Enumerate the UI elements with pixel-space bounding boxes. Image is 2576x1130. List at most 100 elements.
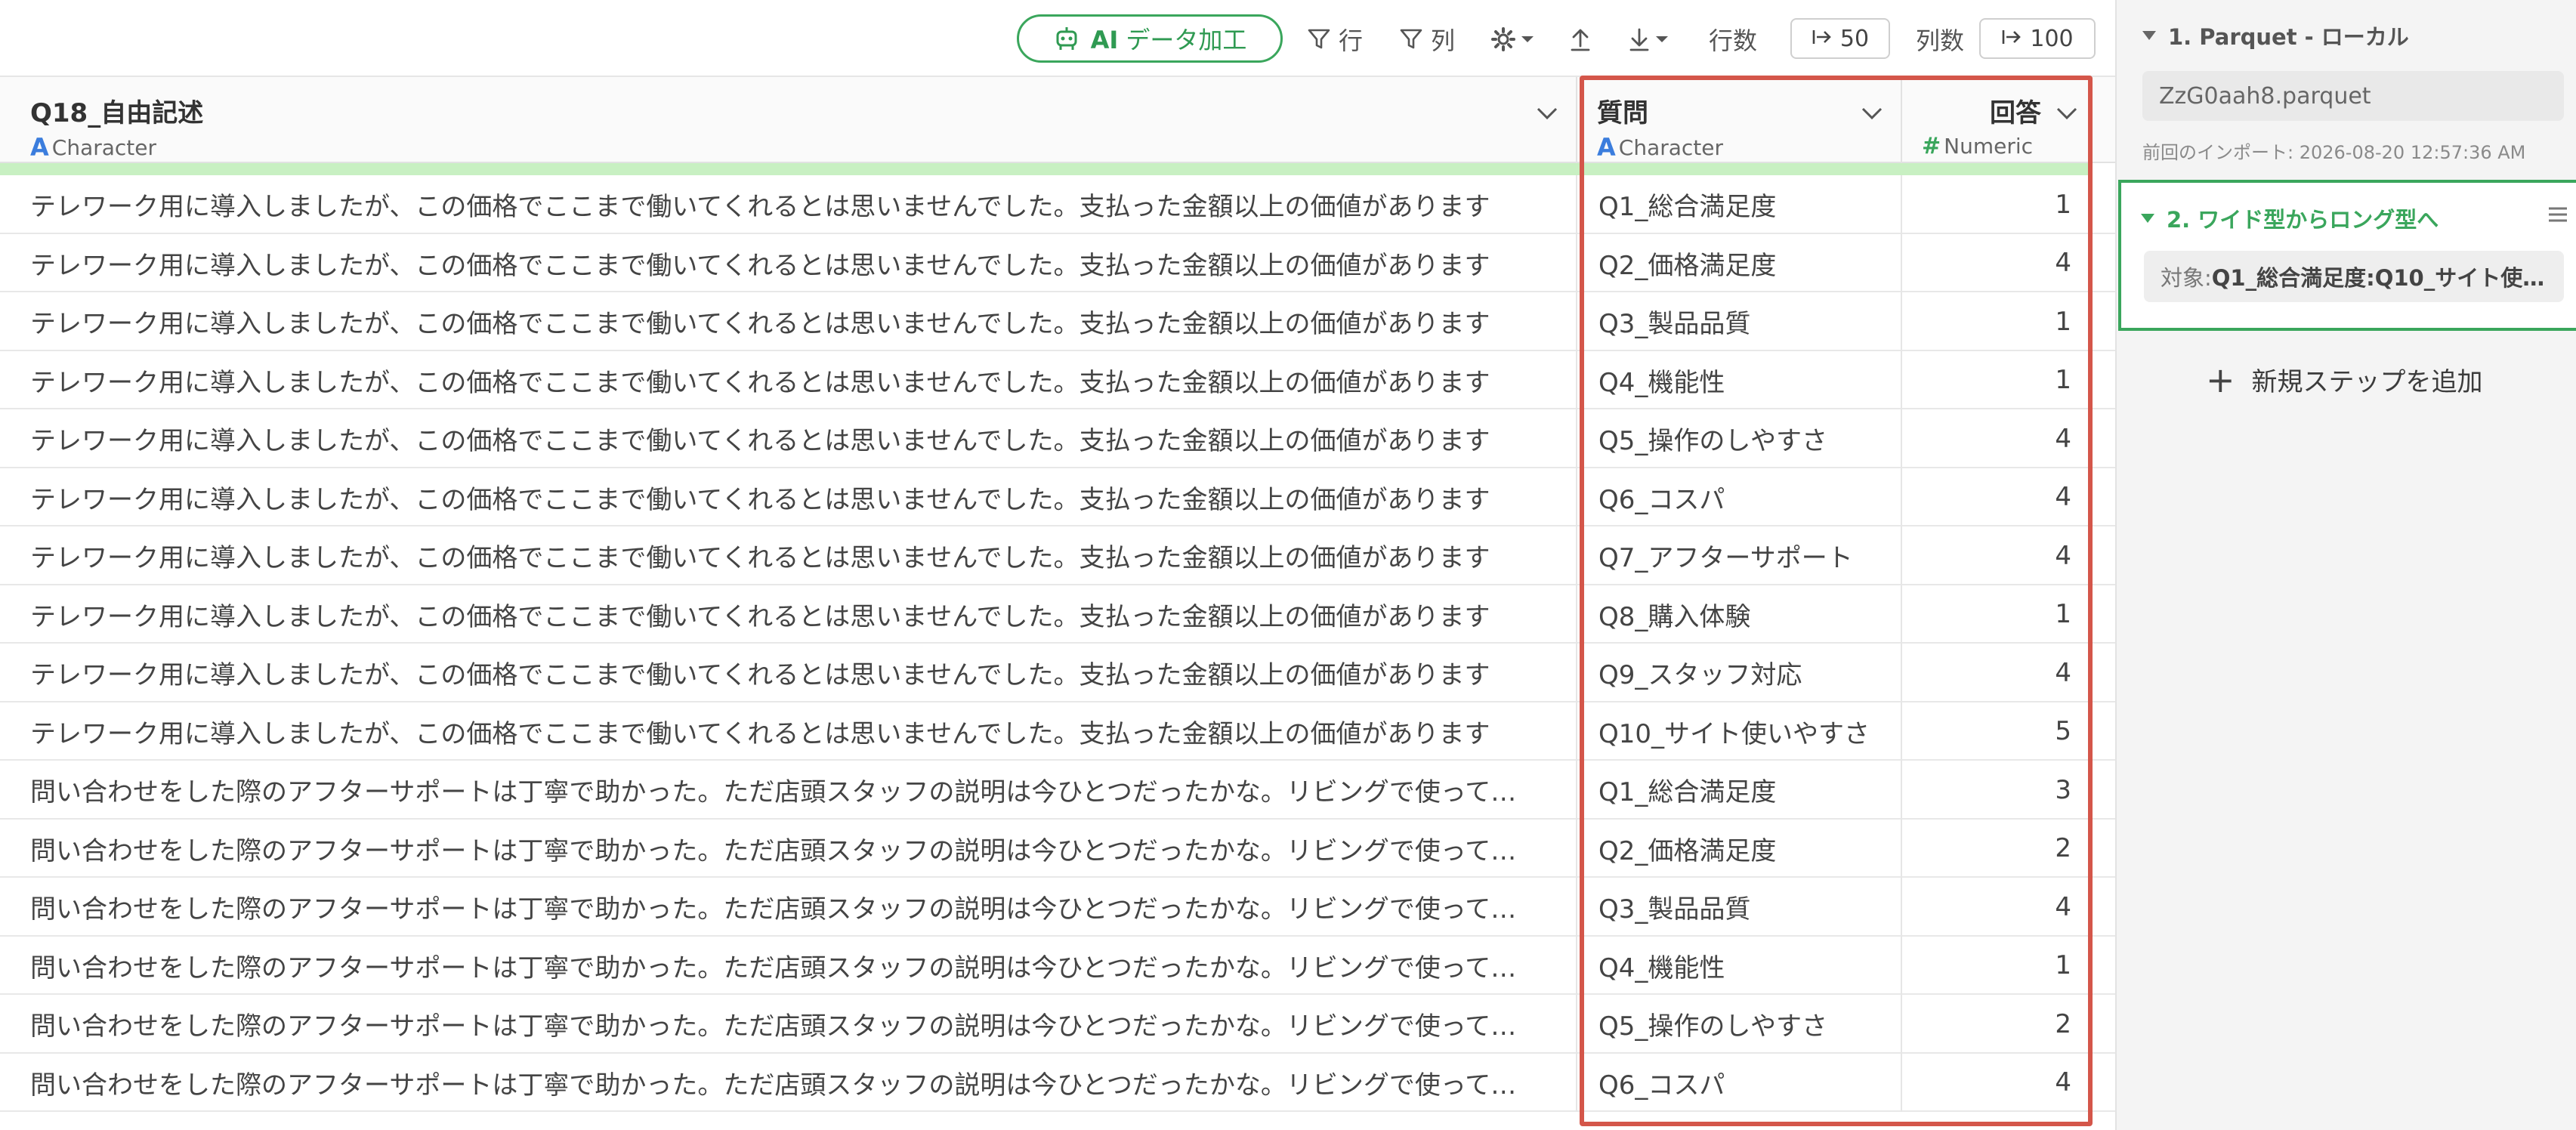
plus-icon: + (2206, 359, 2235, 400)
table-cell: Q1_総合満足度 (1577, 761, 1902, 820)
table-cell: Q5_操作のしやすさ (1577, 409, 1902, 468)
character-type-icon: A (30, 133, 49, 162)
table-cell: Q2_価格満足度 (1577, 233, 1902, 292)
column-type: Character (51, 134, 157, 160)
table-row[interactable]: テレワーク用に導入しましたが、この価格でここまで働いてくれるとは思いませんでした… (0, 350, 2115, 409)
table-cell: Q6_コスパ (1577, 468, 1902, 526)
table-cell: Q6_コスパ (1577, 1053, 1902, 1112)
column-quality-bar (0, 163, 2093, 175)
table-row[interactable]: 問い合わせをした際のアフターサポートは丁寧で助かった。ただ店頭スタッフの説明は今… (0, 936, 2115, 995)
step-1-header[interactable]: 1. Parquet - ローカル (2142, 20, 2409, 51)
table-cell: 問い合わせをした際のアフターサポートは丁寧で助かった。ただ店頭スタッフの説明は今… (30, 777, 1537, 808)
table-cell: テレワーク用に導入しましたが、この価格でここまで働いてくれるとは思いませんでした… (30, 601, 1490, 632)
table-row[interactable]: 問い合わせをした際のアフターサポートは丁寧で助かった。ただ店頭スタッフの説明は今… (0, 819, 2115, 878)
add-step-button[interactable]: + 新規ステップを追加 (2206, 361, 2483, 398)
column-type: Character (1618, 134, 1724, 160)
table-cell: 1 (1902, 585, 2093, 644)
table-cell: Q2_価格満足度 (1577, 819, 1902, 878)
steps-panel: 1. Parquet - ローカル ZzG0aah8.parquet 前回のイン… (2115, 0, 2576, 1130)
table-cell: 5 (1902, 702, 2093, 761)
robot-icon (1053, 26, 1080, 51)
table-cell: テレワーク用に導入しましたが、この価格でここまで働いてくれるとは思いませんでした… (30, 367, 1490, 398)
menu-icon[interactable] (2544, 201, 2571, 228)
numeric-type-icon: # (1922, 133, 1941, 159)
step-1-file[interactable]: ZzG0aah8.parquet (2142, 71, 2564, 121)
table-cell: 問い合わせをした際のアフターサポートは丁寧で助かった。ただ店頭スタッフの説明は今… (30, 952, 1537, 983)
table-row[interactable]: 問い合わせをした際のアフターサポートは丁寧で助かった。ただ店頭スタッフの説明は今… (0, 761, 2115, 820)
table-cell: 問い合わせをした際のアフターサポートは丁寧で助かった。ただ店頭スタッフの説明は今… (30, 1011, 1537, 1042)
table-cell: テレワーク用に導入しましたが、この価格でここまで働いてくれるとは思いませんでした… (30, 309, 1490, 340)
column-header-question[interactable]: 質問 A Character (1577, 77, 1902, 163)
table-cell: 4 (1902, 409, 2093, 468)
table-row[interactable]: 問い合わせをした際のアフターサポートは丁寧で助かった。ただ店頭スタッフの説明は今… (0, 995, 2115, 1054)
column-count-value: 100 (2030, 25, 2074, 52)
column-name: 質問 (1597, 98, 1648, 128)
table-row[interactable]: テレワーク用に導入しましたが、この価格でここまで働いてくれるとは思いませんでした… (0, 233, 2115, 292)
column-header-answer[interactable]: 回答 # Numeric (1902, 77, 2093, 163)
row-count-input[interactable]: 50 (1790, 18, 1890, 59)
table-cell: テレワーク用に導入しましたが、この価格でここまで働いてくれるとは思いませんでした… (30, 426, 1490, 457)
table-row[interactable]: テレワーク用に導入しましたが、この価格でここまで働いてくれるとは思いませんでした… (0, 526, 2115, 585)
table-row[interactable]: テレワーク用に導入しましたが、この価格でここまで働いてくれるとは思いませんでした… (0, 585, 2115, 644)
table-cell: Q4_機能性 (1577, 350, 1902, 409)
table-cell: テレワーク用に導入しましたが、この価格でここまで働いてくれるとは思いませんでした… (30, 192, 1490, 223)
row-count-label: 行数 (1709, 26, 1758, 55)
table-cell: Q1_総合満足度 (1577, 175, 1902, 234)
chevron-down-icon (1520, 34, 1535, 45)
filter-icon (1307, 27, 1331, 51)
table-row[interactable]: テレワーク用に導入しましたが、この価格でここまで働いてくれるとは思いませんでした… (0, 468, 2115, 526)
collapse-triangle-icon (2142, 31, 2156, 40)
table-row[interactable]: テレワーク用に導入しましたが、この価格でここまで働いてくれるとは思いませんでした… (0, 644, 2115, 702)
table-row[interactable]: 問い合わせをした際のアフターサポートは丁寧で助かった。ただ店頭スタッフの説明は今… (0, 1053, 2115, 1112)
step-2-target[interactable]: 対象: Q1_総合満足度:Q10_サイト使いやすさ (2144, 251, 2564, 302)
table-cell: Q10_サイト使いやすさ (1577, 702, 1902, 761)
collapse-triangle-icon (2141, 214, 2154, 223)
character-type-icon: A (1597, 133, 1616, 162)
step-2-target-label: 対象: (2161, 265, 2212, 291)
table-cell: 1 (1902, 292, 2093, 351)
download-dropdown[interactable] (1627, 17, 1669, 62)
filter-icon (1399, 27, 1423, 51)
row-filter-button[interactable]: 行 (1307, 17, 1363, 62)
chevron-down-icon[interactable] (2053, 100, 2080, 127)
column-header-q18[interactable]: Q18_自由記述 A Character (0, 77, 1577, 163)
grid-rows: テレワーク用に導入しましたが、この価格でここまで働いてくれるとは思いませんでした… (0, 175, 2115, 1112)
table-row[interactable]: テレワーク用に導入しましたが、この価格でここまで働いてくれるとは思いませんでした… (0, 175, 2115, 234)
skip-forward-icon (2001, 26, 2022, 52)
table-cell: 1 (1902, 175, 2093, 234)
table-cell: 2 (1902, 995, 2093, 1054)
table-cell: Q4_機能性 (1577, 936, 1902, 995)
column-count-input[interactable]: 100 (1979, 18, 2096, 59)
upload-button[interactable] (1568, 17, 1592, 62)
settings-dropdown[interactable] (1490, 17, 1535, 62)
table-cell: Q8_購入体験 (1577, 585, 1902, 644)
table-row[interactable]: テレワーク用に導入しましたが、この価格でここまで働いてくれるとは思いませんでした… (0, 409, 2115, 468)
step-1-title: 1. Parquet - ローカル (2168, 24, 2409, 50)
table-cell: 問い合わせをした際のアフターサポートは丁寧で助かった。ただ店頭スタッフの説明は今… (30, 835, 1537, 866)
table-cell: テレワーク用に導入しましたが、この価格でここまで働いてくれるとは思いませんでした… (30, 660, 1490, 691)
table-cell: 4 (1902, 526, 2093, 585)
table-cell: テレワーク用に導入しましたが、この価格でここまで働いてくれるとは思いませんでした… (30, 250, 1490, 281)
data-grid: Q18_自由記述 A Character 質問 A Character 回答 # Nu… (0, 77, 2115, 1130)
table-cell: テレワーク用に導入しましたが、この価格でここまで働いてくれるとは思いませんでした… (30, 484, 1490, 515)
table-cell: 1 (1902, 350, 2093, 409)
main-pane: AI データ加工 行 列 行数 50 列数 100 Q18_自由記述 A Cha… (0, 0, 2115, 1130)
skip-forward-icon (1812, 26, 1833, 52)
table-cell: 4 (1902, 468, 2093, 526)
step-2-header[interactable]: 2. ワイド型からロング型へ (2141, 202, 2439, 234)
add-step-label: 新規ステップを追加 (2251, 367, 2483, 397)
table-row[interactable]: テレワーク用に導入しましたが、この価格でここまで働いてくれるとは思いませんでした… (0, 702, 2115, 761)
step-2-title: 2. ワイド型からロング型へ (2167, 207, 2439, 233)
table-row[interactable]: 問い合わせをした際のアフターサポートは丁寧で助かった。ただ店頭スタッフの説明は今… (0, 878, 2115, 937)
table-cell: Q7_アフターサポート (1577, 526, 1902, 585)
table-cell: 3 (1902, 761, 2093, 820)
upload-icon (1568, 26, 1592, 52)
table-row[interactable]: テレワーク用に導入しましたが、この価格でここまで働いてくれるとは思いませんでした… (0, 292, 2115, 351)
column-filter-button[interactable]: 列 (1399, 17, 1455, 62)
table-cell: 4 (1902, 878, 2093, 937)
chevron-down-icon[interactable] (1534, 100, 1561, 127)
chevron-down-icon (1654, 34, 1669, 45)
step-2-card[interactable]: 2. ワイド型からロング型へ 対象: Q1_総合満足度:Q10_サイト使いやすさ (2118, 180, 2576, 331)
ai-data-processing-button[interactable]: AI データ加工 (1017, 14, 1283, 63)
chevron-down-icon[interactable] (1858, 100, 1886, 127)
